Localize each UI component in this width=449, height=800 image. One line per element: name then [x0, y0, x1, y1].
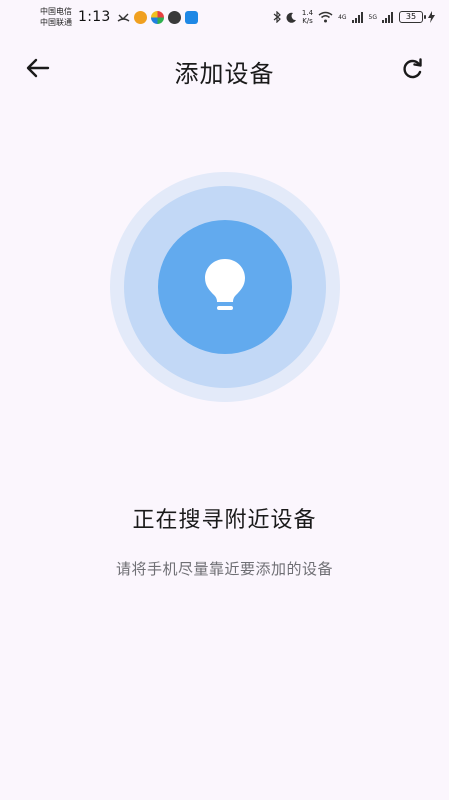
bluetooth-icon: [273, 11, 281, 23]
notification-icons: [117, 10, 198, 24]
carrier-2: 中国联通: [40, 18, 72, 27]
searching-hint-text: 请将手机尽量靠近要添加的设备: [115, 560, 333, 578]
radar-inner-circle: [158, 220, 292, 354]
wifi-icon: [318, 11, 333, 23]
searching-status-text: 正在搜寻附近设备: [132, 508, 317, 533]
weibo-icon: [133, 10, 147, 24]
add-device-screen: 中国电信 中国联通 1:13 1.4 K/s 4G 5G 35 添加设备 正在搜…: [0, 0, 449, 800]
header: 添加设备: [0, 44, 449, 94]
battery-level: 35: [405, 12, 417, 21]
message-app-icon: [184, 10, 198, 24]
network-speed: 1.4 K/s: [302, 9, 313, 25]
battery-indicator: 35: [399, 11, 426, 23]
network-speed-unit: K/s: [302, 17, 313, 25]
missed-call-icon: [117, 13, 130, 22]
app-store-icon: [150, 10, 164, 24]
charging-icon: [428, 11, 435, 23]
network-speed-value: 1.4: [301, 9, 314, 17]
device-search-radar: [110, 172, 340, 402]
wechat-icon: [167, 10, 181, 24]
signal-1-icon: [351, 11, 363, 23]
signal-1-label: 4G: [338, 13, 347, 21]
signal-2-icon: [382, 11, 393, 23]
clock: 1:13: [78, 9, 111, 25]
carrier-names: 中国电信 中国联通: [40, 6, 72, 28]
refresh-icon: [403, 58, 422, 79]
refresh-button[interactable]: [397, 53, 429, 85]
page-title: 添加设备: [174, 60, 275, 88]
signal-2-label: 5G: [368, 13, 377, 21]
lightbulb-icon: [205, 259, 245, 310]
status-bar-left: 中国电信 中国联通 1:13: [40, 6, 198, 28]
status-bar: 中国电信 中国联通 1:13 1.4 K/s 4G 5G 35: [0, 0, 449, 34]
status-bar-right: 1.4 K/s 4G 5G 35: [273, 9, 435, 25]
carrier-1: 中国电信: [40, 7, 72, 16]
do-not-disturb-icon: [286, 12, 296, 23]
